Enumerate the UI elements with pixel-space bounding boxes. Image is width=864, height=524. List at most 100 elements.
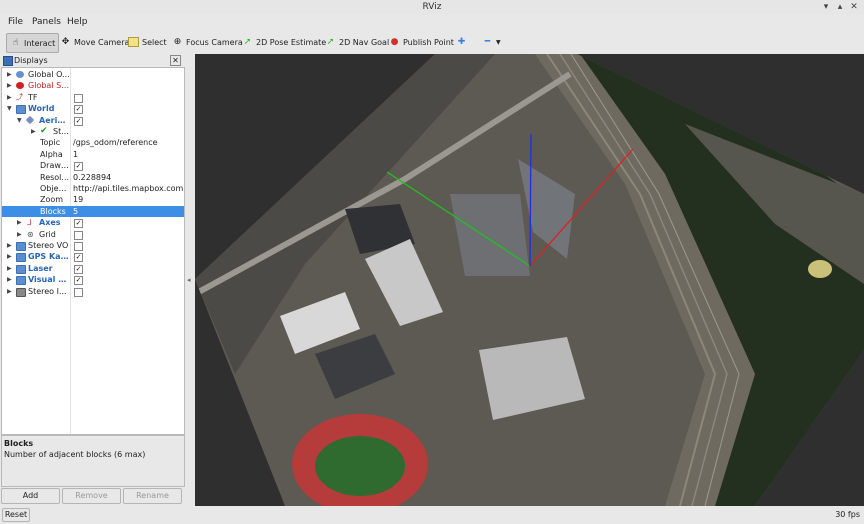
ok-check-icon: ✔ [40,126,48,136]
expand-arrow-icon[interactable]: ▶ [7,263,12,274]
tree-row-stereo-vo[interactable]: ▶ Stereo VO [2,240,184,251]
expand-arrow-icon[interactable]: ▶ [7,80,12,91]
toolbar: ☝ Interact ✥ Move Camera Select ⊕ Focus … [0,30,864,55]
folder-icon [16,264,26,274]
displays-title: Displays [14,56,48,65]
collapse-arrow-icon[interactable]: ▼ [17,115,22,126]
interact-label: Interact [24,38,56,48]
tree-row-zoom[interactable]: Zoom 19 [2,194,184,205]
menu-file[interactable]: File [8,17,23,27]
pose-estimate-button[interactable]: ➚ 2D Pose Estimate [242,33,326,51]
folder-icon [16,276,26,286]
tree-row-tf[interactable]: ▶ ⤴ TF [2,92,184,103]
enable-checkbox[interactable]: ✓ [74,105,83,115]
expand-arrow-icon[interactable]: ▶ [31,126,36,137]
folder-icon [16,105,26,115]
focus-camera-label: Focus Camera [186,37,243,47]
tree-row-blocks[interactable]: Blocks 5 [2,205,184,218]
render-view[interactable] [195,54,864,506]
menu-help[interactable]: Help [67,17,88,27]
enable-checkbox[interactable]: ✓ [74,253,83,263]
tree-row-global-options[interactable]: ▶ Global O... [2,69,184,80]
expand-arrow-icon[interactable]: ▶ [17,229,22,240]
enable-checkbox[interactable]: ✓ [74,264,83,274]
tree-row-gps-kalman[interactable]: ▶ GPS Kal... ✓ [2,251,184,263]
tree-row-global-status[interactable]: ▶ Global St... [2,80,184,91]
tree-row-alpha[interactable]: Alpha 1 [2,149,184,160]
add-button[interactable]: Add [1,488,60,504]
property-value[interactable]: 5 [73,206,183,217]
tree-row-topic[interactable]: Topic /gps_odom/reference [2,137,184,148]
tree-row-grid[interactable]: ▶ ⊛ Grid [2,229,184,240]
select-button[interactable]: Select [128,33,167,51]
aerial-map-image [195,54,864,506]
expand-arrow-icon[interactable]: ▶ [7,274,12,285]
tree-row-visual-odometry[interactable]: ▶ Visual O... ✓ [2,274,184,286]
reset-button[interactable]: Reset [2,508,30,522]
nav-goal-button[interactable]: ➚ 2D Nav Goal [325,33,389,51]
gear-icon [16,71,24,78]
publish-point-button[interactable]: ● Publish Point [389,33,454,51]
add-tool-button[interactable]: ✚ [456,33,467,51]
enable-checkbox[interactable] [74,242,83,251]
remove-button[interactable]: Remove [62,488,121,504]
expand-arrow-icon[interactable]: ▶ [7,286,12,297]
tree-row-stereo-image[interactable]: ▶ Stereo I... [2,286,184,297]
tree-row-axes[interactable]: ▶ ⅃ Axes ✓ [2,217,184,229]
panel-splitter[interactable]: ◂ [185,54,195,506]
close-icon[interactable]: ✕ [848,1,860,13]
select-label: Select [142,37,167,47]
tree-row-resolution[interactable]: Resol... 0.228894 [2,172,184,183]
hand-icon: ☝ [12,37,19,48]
property-label: Draw ... [40,161,70,171]
collapse-left-icon[interactable]: ◂ [187,276,191,284]
tree-row-laser[interactable]: ▶ Laser ✓ [2,263,184,274]
enable-checkbox[interactable]: ✓ [74,219,83,229]
expand-arrow-icon[interactable]: ▶ [7,251,12,262]
enable-checkbox[interactable] [74,287,83,297]
map-icon [25,115,35,124]
pose-estimate-label: 2D Pose Estimate [256,37,327,47]
expand-arrow-icon[interactable]: ▶ [7,92,12,103]
maximize-icon[interactable]: ▴ [834,1,846,13]
property-value[interactable]: /gps_odom/reference [73,137,183,148]
move-camera-button[interactable]: ✥ Move Camera [60,33,130,51]
error-icon [16,82,24,90]
expand-arrow-icon[interactable]: ▶ [17,217,22,228]
remove-tool-button[interactable]: ━ ▼ [482,33,501,51]
enable-checkbox[interactable] [74,93,83,103]
close-panel-icon[interactable]: ✕ [170,55,181,66]
property-label: Alpha [40,149,63,159]
rename-button[interactable]: Rename [123,488,182,504]
tree-row-draw-behind[interactable]: Draw ... ✓ [2,160,184,172]
tree-label: TF [28,92,38,102]
tree-label: GPS Kal... [28,252,70,262]
dropdown-arrow-icon: ▼ [496,38,501,46]
expand-arrow-icon[interactable]: ▶ [7,69,12,80]
property-value[interactable]: 0.228894 [73,172,183,183]
tree-label: Grid [39,229,56,239]
tree-row-status[interactable]: ▶ ✔ St... [2,126,184,137]
focus-camera-button[interactable]: ⊕ Focus Camera [172,33,243,51]
minimize-icon[interactable]: ▾ [820,1,832,13]
tree-row-world[interactable]: ▼ World ✓ [2,103,184,115]
property-value[interactable]: 1 [73,149,183,160]
enable-checkbox[interactable]: ✓ [74,116,83,126]
tree-row-aerial-map[interactable]: ▼ Aeria... ✓ [2,115,184,126]
tree-row-object-uri[interactable]: Objec... http://api.tiles.mapbox.com... [2,183,184,194]
interact-tool-button[interactable]: ☝ Interact [6,33,60,53]
tree-label: St... [53,127,69,136]
select-icon [128,37,139,47]
property-checkbox[interactable]: ✓ [74,162,83,172]
enable-checkbox[interactable]: ✓ [74,276,83,286]
menu-panels[interactable]: Panels [32,17,61,27]
property-label: Zoom [40,195,64,205]
tree-label: Stereo I... [28,286,67,296]
property-value[interactable]: http://api.tiles.mapbox.com... [73,183,183,194]
enable-checkbox[interactable] [74,230,83,240]
collapse-arrow-icon[interactable]: ▼ [7,103,12,114]
property-value[interactable]: 19 [73,194,183,205]
displays-tree[interactable]: ▶ Global O... ▶ Global St... ▶ ⤴ TF ▼ Wo… [1,67,185,435]
menu-bar: File Panels Help [0,14,864,30]
expand-arrow-icon[interactable]: ▶ [7,240,12,251]
